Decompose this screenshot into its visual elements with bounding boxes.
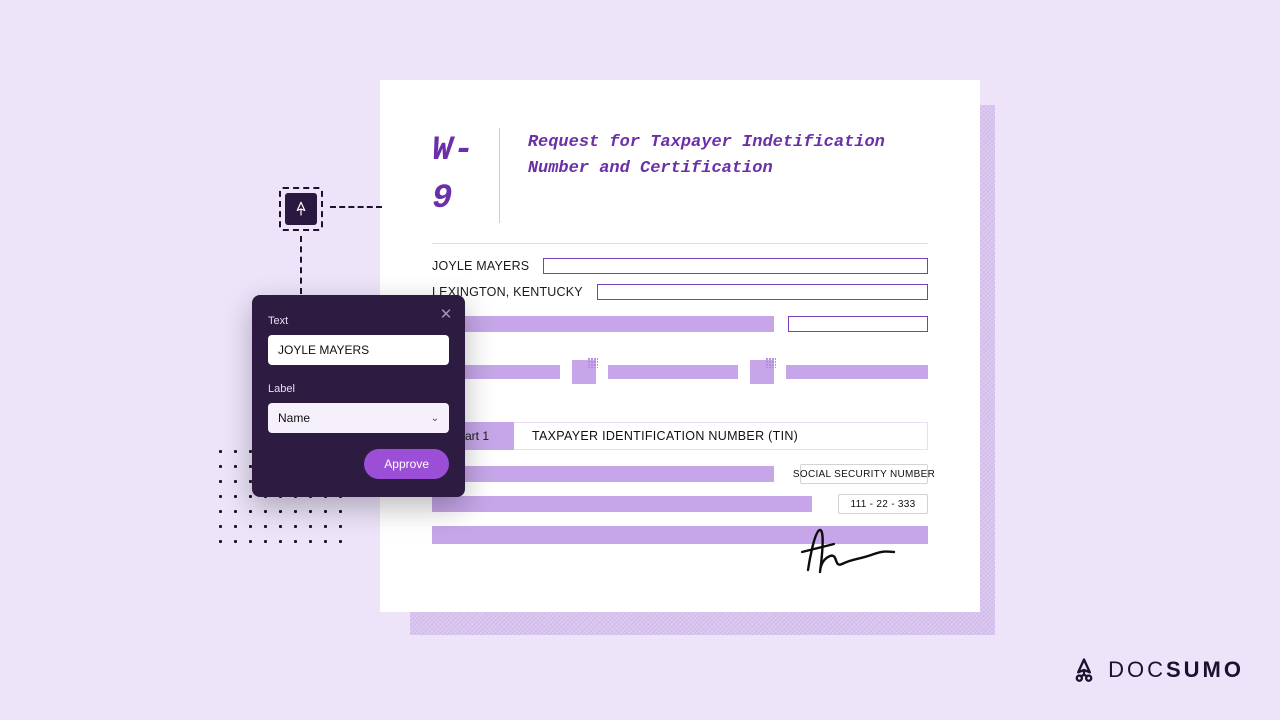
tin-row: Part 1 TAXPAYER IDENTIFICATION NUMBER (T… (432, 422, 928, 450)
brand-text-thin: DOC (1108, 657, 1166, 682)
checkbox-placeholder (750, 360, 774, 384)
checkbox-placeholder (572, 360, 596, 384)
location-row: LEXINGTON, KENTUCKY (432, 284, 928, 300)
ssn-value: 111 - 22 - 333 (838, 494, 928, 514)
label-select[interactable]: Name ⌄ (268, 403, 449, 433)
brand-icon (1070, 656, 1098, 684)
location-input-outline (597, 284, 928, 300)
ssn-label: SOCIAL SECURITY NUMBER (800, 464, 928, 484)
annotation-anchor (279, 187, 323, 231)
signature (800, 522, 920, 582)
name-row: JOYLE MAYERS (432, 258, 928, 274)
text-input[interactable] (268, 335, 449, 365)
connector-vertical (300, 236, 302, 294)
connector-horizontal (330, 206, 382, 208)
brand-text-bold: SUMO (1166, 657, 1244, 682)
placeholder-bar (786, 365, 928, 379)
label-select-value: Name (278, 411, 310, 425)
checkbox-row (432, 360, 928, 384)
label-field-label: Label (268, 383, 449, 395)
placeholder-outline (788, 316, 928, 332)
document-header: W-9 Request for Taxpayer Indetification … (432, 128, 928, 244)
annotation-popover: ✕ Text Label Name ⌄ Approve (252, 295, 465, 497)
name-value: JOYLE MAYERS (432, 259, 529, 273)
text-field-label: Text (268, 315, 449, 327)
document-card: W-9 Request for Taxpayer Indetification … (380, 80, 980, 612)
placeholder-bar (608, 365, 738, 379)
approve-button[interactable]: Approve (364, 449, 449, 479)
placeholder-bar (432, 496, 812, 512)
pen-icon (285, 193, 317, 225)
bar-row-1 (432, 316, 928, 332)
tin-title: TAXPAYER IDENTIFICATION NUMBER (TIN) (514, 422, 928, 450)
close-icon[interactable]: ✕ (437, 305, 455, 323)
placeholder-bar (432, 316, 774, 332)
ssn-value-row: 111 - 22 - 333 (432, 494, 928, 514)
form-title: Request for Taxpayer Indetification Numb… (528, 128, 928, 183)
brand-logo: DOCSUMO (1070, 656, 1244, 684)
chevron-down-icon: ⌄ (431, 413, 439, 424)
placeholder-bar (432, 466, 774, 482)
form-code: W-9 (432, 128, 500, 223)
name-input-outline (543, 258, 928, 274)
ssn-row: SOCIAL SECURITY NUMBER (432, 464, 928, 484)
